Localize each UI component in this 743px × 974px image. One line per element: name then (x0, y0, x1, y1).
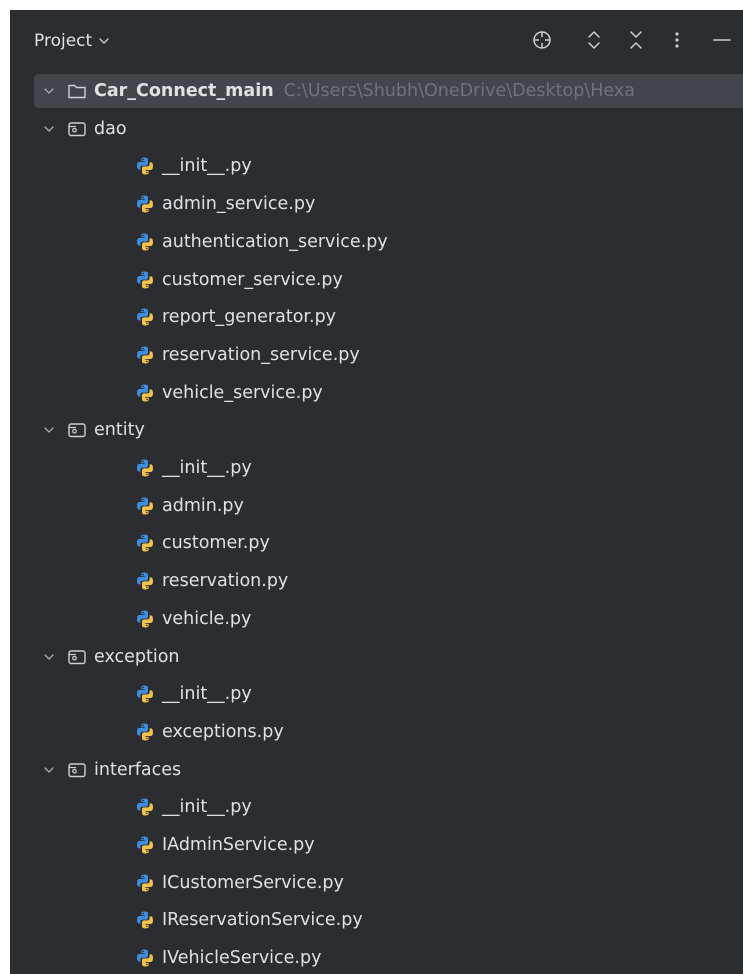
chevron-down-icon[interactable] (40, 82, 58, 100)
root-folder-path: C:\Users\Shubh\OneDrive\Desktop\Hexa (283, 81, 635, 101)
tree-folder-row[interactable]: dao (40, 111, 127, 147)
python-file-icon (134, 155, 156, 177)
python-file-icon (134, 721, 156, 743)
tree-folder-row[interactable]: exception (40, 639, 180, 675)
tree-file-row[interactable]: IReservationService.py (134, 902, 363, 938)
python-file-icon (134, 796, 156, 818)
file-name: IVehicleService.py (162, 948, 322, 968)
tree-file-row[interactable]: customer_service.py (134, 262, 343, 298)
folder-name: entity (94, 420, 145, 440)
folder-name: interfaces (94, 760, 182, 780)
folder-icon (66, 80, 88, 102)
file-name: vehicle.py (162, 609, 252, 629)
file-name: __init__.py (162, 797, 252, 817)
file-name: authentication_service.py (162, 232, 388, 252)
header-title: Project (34, 31, 93, 51)
tree-root-row[interactable]: Car_Connect_main C:\Users\Shubh\OneDrive… (34, 74, 743, 108)
python-file-icon (134, 532, 156, 554)
package-folder-icon (66, 646, 88, 668)
file-name: admin.py (162, 496, 244, 516)
python-file-icon (134, 269, 156, 291)
more-icon[interactable] (665, 28, 689, 52)
python-file-icon (134, 570, 156, 592)
python-file-icon (134, 306, 156, 328)
file-name: vehicle_service.py (162, 383, 323, 403)
tree-file-row[interactable]: admin_service.py (134, 186, 315, 222)
python-file-icon (134, 382, 156, 404)
package-folder-icon (66, 419, 88, 441)
python-file-icon (134, 947, 156, 969)
chevron-down-icon[interactable] (40, 648, 58, 666)
python-file-icon (134, 457, 156, 479)
tree-folder-row[interactable]: interfaces (40, 752, 181, 788)
tree-file-row[interactable]: __init__.py (134, 148, 252, 184)
tree-file-row[interactable]: reservation_service.py (134, 337, 360, 373)
tree-file-row[interactable]: customer.py (134, 525, 270, 561)
file-name: IReservationService.py (162, 910, 363, 930)
minimize-icon[interactable] (710, 28, 734, 52)
python-file-icon (134, 834, 156, 856)
file-name: reservation.py (162, 571, 289, 591)
file-name: exceptions.py (162, 722, 284, 742)
chevron-down-icon[interactable] (40, 421, 58, 439)
tree-file-row[interactable]: admin.py (134, 488, 244, 524)
file-name: IAdminService.py (162, 835, 315, 855)
tree-file-row[interactable]: __init__.py (134, 789, 252, 825)
expand-all-icon[interactable] (582, 28, 606, 52)
tree-file-row[interactable]: __init__.py (134, 676, 252, 712)
file-name: report_generator.py (162, 307, 337, 327)
file-name: customer.py (162, 533, 270, 553)
python-file-icon (134, 909, 156, 931)
file-name: ICustomerService.py (162, 873, 344, 893)
file-name: reservation_service.py (162, 345, 360, 365)
tree-file-row[interactable]: IAdminService.py (134, 827, 315, 863)
tree-file-row[interactable]: exceptions.py (134, 714, 284, 750)
python-file-icon (134, 608, 156, 630)
tool-window-header: Project (10, 10, 743, 72)
file-name: __init__.py (162, 156, 252, 176)
file-name: __init__.py (162, 458, 252, 478)
tree-file-row[interactable]: ICustomerService.py (134, 865, 344, 901)
chevron-down-icon[interactable] (40, 120, 58, 138)
tree-file-row[interactable]: __init__.py (134, 450, 252, 486)
collapse-all-icon[interactable] (624, 28, 648, 52)
tree-file-row[interactable]: vehicle_service.py (134, 375, 323, 411)
package-folder-icon (66, 759, 88, 781)
tree-file-row[interactable]: vehicle.py (134, 601, 251, 637)
tree-file-row[interactable]: authentication_service.py (134, 224, 388, 260)
folder-name: exception (94, 647, 180, 667)
crosshair-icon[interactable] (530, 28, 554, 52)
tree-folder-row[interactable]: entity (40, 412, 145, 448)
python-file-icon (134, 683, 156, 705)
tree-file-row[interactable]: report_generator.py (134, 299, 336, 335)
project-tool-window: Project Car_Connect_main C:\Users\Shubh\… (10, 10, 743, 974)
python-file-icon (134, 495, 156, 517)
file-name: customer_service.py (162, 270, 343, 290)
python-file-icon (134, 344, 156, 366)
folder-name: dao (94, 119, 127, 139)
tree-file-row[interactable]: IVehicleService.py (134, 940, 321, 974)
file-name: admin_service.py (162, 194, 316, 214)
file-name: __init__.py (162, 684, 252, 704)
python-file-icon (134, 193, 156, 215)
root-folder-name: Car_Connect_main (94, 81, 274, 101)
chevron-down-icon[interactable] (40, 761, 58, 779)
python-file-icon (134, 231, 156, 253)
chevron-down-icon (98, 32, 110, 52)
package-folder-icon (66, 118, 88, 140)
project-view-selector[interactable]: Project (34, 30, 110, 52)
tree-file-row[interactable]: reservation.py (134, 563, 288, 599)
python-file-icon (134, 872, 156, 894)
